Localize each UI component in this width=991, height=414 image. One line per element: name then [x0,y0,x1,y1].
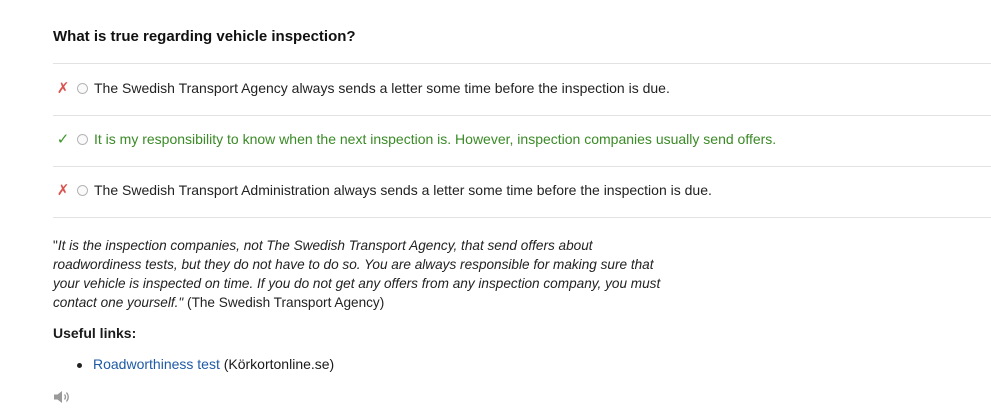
divider [53,217,991,218]
answer-option-text: The Swedish Transport Administration alw… [94,182,712,198]
answer-option-3[interactable]: ✗ The Swedish Transport Administration a… [53,180,991,200]
answer-radio-1[interactable] [77,82,88,94]
answer-radio-3[interactable] [77,184,88,196]
explanation-text: "It is the inspection companies, not The… [53,236,673,312]
list-item: Roadworthiness test (Körkortonline.se) [53,356,334,372]
speaker-icon[interactable] [53,389,73,405]
divider [53,63,991,64]
wrong-mark-icon: ✗ [56,182,70,199]
roadworthiness-test-link[interactable]: Roadworthiness test [93,356,220,372]
answer-option-text: The Swedish Transport Agency always send… [94,80,670,96]
link-source: (Körkortonline.se) [219,356,335,372]
divider [53,115,991,116]
answer-option-text: It is my responsibility to know when the… [94,131,777,147]
answer-option-1[interactable]: ✗ The Swedish Transport Agency always se… [53,78,991,98]
answer-option-2[interactable]: ✓ It is my responsibility to know when t… [53,129,991,149]
explanation-source: (The Swedish Transport Agency) [183,295,385,310]
divider [53,166,991,167]
question-title: What is true regarding vehicle inspectio… [53,28,356,45]
wrong-mark-icon: ✗ [56,80,70,97]
quiz-result-panel: What is true regarding vehicle inspectio… [0,0,991,414]
answer-radio-2[interactable] [77,133,88,145]
useful-links-list: Roadworthiness test (Körkortonline.se) [53,356,334,372]
correct-mark-icon: ✓ [56,131,70,148]
bullet-icon [77,363,82,368]
useful-links-title: Useful links: [53,325,137,341]
